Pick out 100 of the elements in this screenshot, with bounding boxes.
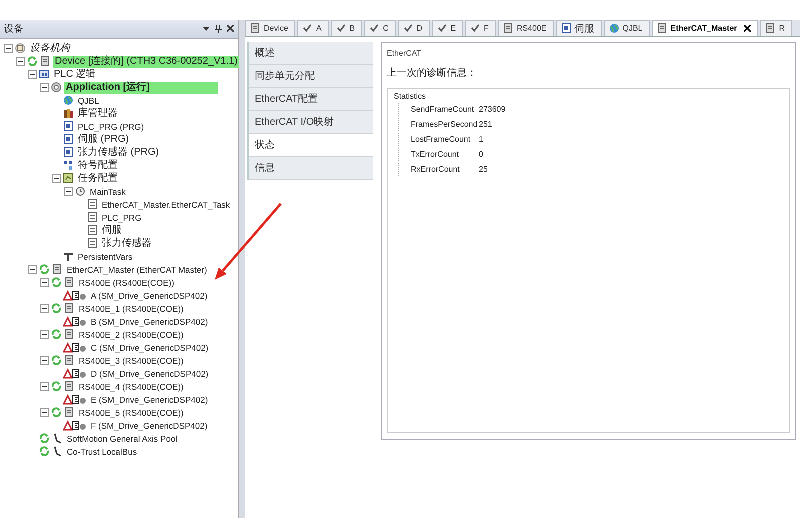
editor-tab[interactable]: C [364,20,396,36]
stat-value: 25 [479,165,489,174]
collapse-toggle[interactable] [40,330,49,339]
collapse-toggle[interactable] [4,44,13,53]
tree-item[interactable]: B (SM_Drive_GenericDSP402) [89,316,210,328]
editor-tab[interactable]: F [465,20,496,36]
tree-item[interactable]: QJBL [76,94,102,106]
collapse-toggle[interactable] [40,382,49,391]
close-icon[interactable] [744,25,752,32]
pin-icon [63,251,74,262]
check-icon [402,23,414,34]
editor-tab[interactable]: Device [245,20,296,36]
group-title: EtherCAT [387,49,423,58]
tree-item[interactable]: PersistentVars [76,250,135,262]
editor-tab[interactable]: 伺服 [556,20,602,36]
tree-item[interactable]: RS400E_5 (RS400E(COE)) [77,406,186,418]
editor-tab[interactable]: QJBL [604,20,650,36]
pin-icon[interactable] [215,25,222,33]
tree-item[interactable]: 伺服 (PRG) [76,134,132,146]
editor-tab[interactable]: B [330,20,362,36]
editor-tab[interactable]: R [760,20,792,36]
tree-item[interactable]: EtherCAT_Master (EtherCAT Master) [65,264,210,276]
collapse-toggle[interactable] [40,278,49,287]
tree-item[interactable]: 张力传感器 [100,238,154,250]
tree-item[interactable]: SoftMotion General Axis Pool [65,432,180,444]
books-icon [63,108,74,119]
collapse-toggle[interactable] [40,408,49,417]
editor-tab[interactable]: E [432,20,464,36]
editor-tab[interactable]: D [398,20,430,36]
editor-tab[interactable]: A [297,20,329,36]
stat-name: RxErrorCount [411,165,461,174]
side-tab[interactable]: 同步单元分配 [249,65,373,88]
collapse-toggle[interactable] [28,265,37,274]
device-icon [52,264,63,275]
stat-name: FramesPerSecond [411,120,479,129]
tree-item[interactable]: RS400E_4 (RS400E(COE)) [77,380,186,392]
call-icon [87,212,98,223]
tree-item[interactable]: RS400E_1 (RS400E(COE)) [77,302,186,314]
stat-name: SendFrameCount [411,105,476,114]
device-icon [40,56,51,67]
tree-item[interactable]: MainTask [88,186,128,198]
tree-item[interactable]: Device [连接的] (CTH3 C36-00252_V1.1) [53,56,240,68]
document-icon [560,23,572,34]
check-icon [436,23,448,34]
logic-icon [39,69,50,80]
tree-item[interactable]: RS400E_3 (RS400E(COE)) [77,354,186,366]
close-icon[interactable] [227,25,234,32]
side-tab[interactable]: 信息 [249,157,373,180]
editor-tab[interactable]: EtherCAT_Master [652,20,758,36]
tree-item[interactable]: F (SM_Drive_GenericDSP402) [89,420,210,432]
side-tab[interactable]: EtherCAT配置 [249,88,373,111]
tree-item[interactable]: Co-Trust LocalBus [65,446,140,458]
tree-item[interactable]: A (SM_Drive_GenericDSP402) [89,290,210,302]
tree-item[interactable]: 任务配置 [76,172,120,184]
tree-item[interactable]: C (SM_Drive_GenericDSP402) [89,342,211,354]
tree-item[interactable]: 伺服 [100,224,124,236]
globe-icon [608,23,620,34]
collapse-toggle[interactable] [28,70,37,79]
collapse-toggle[interactable] [52,174,61,183]
side-tab[interactable]: 状态 [249,134,373,157]
tree-item[interactable]: PLC_PRG [100,212,144,224]
tree-item[interactable]: Application [运行] [64,82,218,94]
tree-item[interactable]: E (SM_Drive_GenericDSP402) [89,394,210,406]
call-icon [87,199,98,210]
tree-item[interactable]: D (SM_Drive_GenericDSP402) [89,368,211,380]
drive-icon [63,290,87,301]
collapse-toggle[interactable] [16,57,25,66]
collapse-toggle[interactable] [40,356,49,365]
collapse-toggle[interactable] [64,187,73,196]
device-icon [64,329,75,340]
tree-item[interactable]: 符号配置 [76,160,120,172]
device-icon [64,355,75,366]
globe-icon [63,95,74,106]
drive-icon [63,368,87,379]
dropdown-icon[interactable] [203,25,210,32]
drive-icon [63,420,87,431]
device-icon [502,23,514,34]
collapse-toggle[interactable] [40,304,49,313]
device-icon [64,407,75,418]
tree-item[interactable]: 设备机构 [28,42,72,54]
clock-icon [75,186,86,197]
hierarchy-icon [15,43,26,54]
tree-item[interactable]: RS400E (RS400E(COE)) [77,276,176,288]
tree-item[interactable]: 库管理器 [76,108,120,120]
section-heading: 上一次的诊断信息： [387,66,478,80]
check-icon [470,23,482,34]
tree-item[interactable]: PLC 逻辑 [52,68,98,80]
drive-icon [63,316,87,327]
stat-value: 1 [479,135,484,144]
tree-item[interactable]: EtherCAT_Master.EtherCAT_Task [100,198,232,210]
editor-tab[interactable]: RS400E [498,20,554,36]
tree-item[interactable]: 张力传感器 (PRG) [76,146,162,158]
collapse-toggle[interactable] [40,83,49,92]
stat-name: TxErrorCount [411,150,460,159]
device-icon [64,381,75,392]
tree-item[interactable]: PLC_PRG (PRG) [76,120,146,132]
stat-value: 0 [479,150,484,159]
tree-item[interactable]: RS400E_2 (RS400E(COE)) [77,328,186,340]
drive-icon [63,342,87,353]
side-tab[interactable]: 概述 [249,42,373,65]
